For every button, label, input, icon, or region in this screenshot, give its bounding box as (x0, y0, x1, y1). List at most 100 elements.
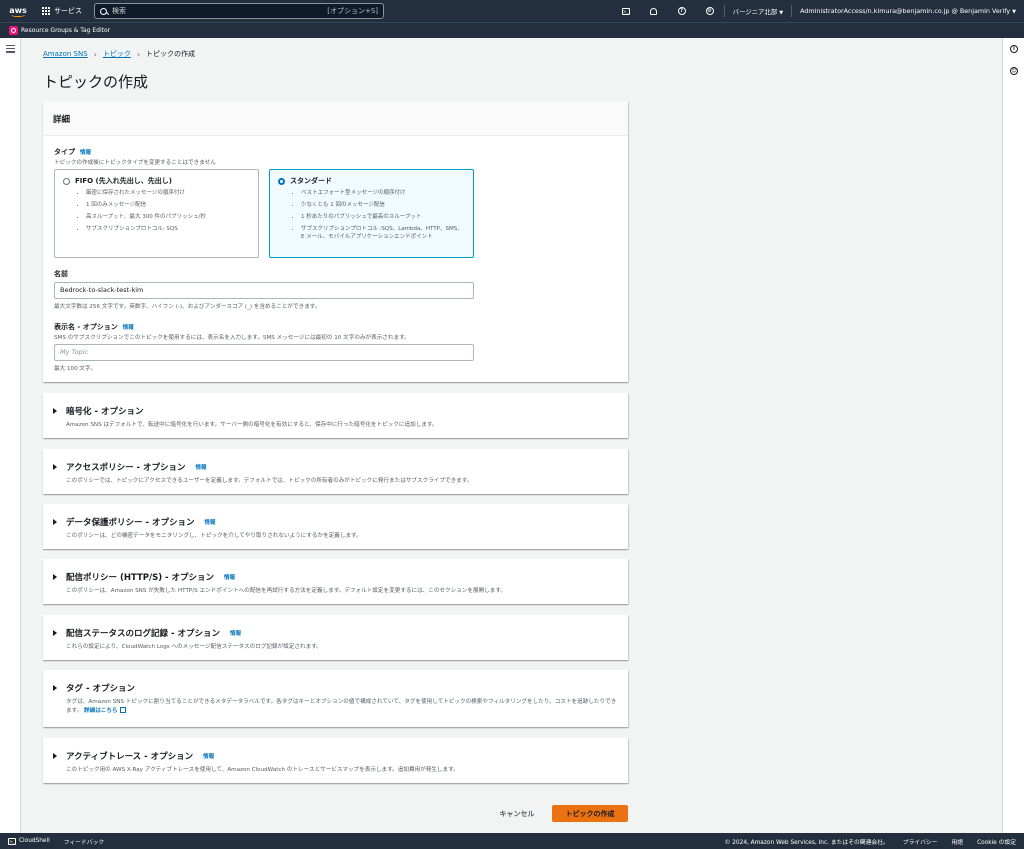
search-placeholder: 検索 (112, 7, 126, 15)
section-info-link[interactable]: 情報 (224, 573, 235, 581)
left-rail (0, 38, 21, 833)
topic-name-input[interactable]: Bedrock-to-slack-test-kim (54, 282, 474, 299)
chevron-down-icon: ▼ (1012, 9, 1016, 15)
details-header: 詳細 (43, 101, 628, 136)
section-description: このトピック用の AWS X-Ray アクティブトレースを使用して、Amazon… (66, 767, 459, 773)
account-menu[interactable]: AdministratorAccess/n.kimura@benjamin.co… (792, 7, 1024, 15)
fifo-bullet: 高スループット、最大 300 件のパブリッシュ/秒 (86, 213, 250, 221)
delivery-logging-section[interactable]: 配信ステータスのログ記録 - オプション 情報 これらの設定により、CloudWa… (43, 615, 628, 660)
services-grid-icon (42, 7, 50, 15)
aws-logo[interactable]: aws (0, 0, 36, 22)
create-topic-button[interactable]: トピックの作成 (552, 805, 628, 822)
fifo-bullet: 厳密に保存されたメッセージの順序付け (86, 189, 250, 197)
services-label: サービス (54, 7, 82, 15)
favorites-bar: Resource Groups & Tag Editor (0, 22, 1024, 38)
delivery-policy-section[interactable]: 配信ポリシー (HTTP/S) - オプション 情報 このポリシーは、Amazon… (43, 559, 628, 604)
cancel-button[interactable]: キャンセル (492, 805, 542, 822)
cookie-settings-link[interactable]: Cookie の設定 (977, 837, 1016, 846)
display-info-link[interactable]: 情報 (123, 325, 134, 331)
tags-description-text: タグは、Amazon SNS トピックに割り当てることができるメタデータラベルで… (66, 699, 617, 714)
section-info-link[interactable]: 情報 (196, 463, 207, 471)
help-button[interactable]: ? (668, 0, 696, 22)
external-link-icon (119, 707, 126, 713)
resource-groups-link[interactable]: Resource Groups & Tag Editor (21, 27, 110, 34)
region-selector[interactable]: バージニア北部 ▼ (725, 7, 791, 16)
feedback-icon[interactable]: ☺ (1010, 67, 1018, 75)
section-title: 暗号化 - オプション (66, 407, 144, 417)
fifo-radio[interactable] (63, 177, 70, 185)
caret-right-icon (53, 685, 57, 691)
section-info-link[interactable]: 情報 (203, 752, 214, 760)
cloudshell-icon: >_ (8, 837, 16, 845)
access-policy-section[interactable]: アクセスポリシー - オプション 情報 このポリシーでは、トピックにアクセスできる… (43, 449, 628, 494)
chevron-right-icon: › (93, 49, 97, 59)
breadcrumb-sns[interactable]: Amazon SNS (43, 50, 88, 58)
notifications-icon (650, 7, 658, 15)
details-panel: 詳細 タイプ 情報 トピックの作成後にトピックタイプを変更することはできません F… (43, 101, 628, 382)
caret-right-icon (53, 408, 57, 414)
search-input[interactable]: 検索 [オプション+S] (94, 3, 384, 19)
standard-bullet: 1 秒あたりのパブリッシュで最高のスループット (301, 213, 465, 221)
tags-section[interactable]: タグ - オプション タグは、Amazon SNS トピックに割り当てることがで… (43, 670, 628, 727)
standard-type-option[interactable]: スタンダード ベストエフォート型メッセージの順序付け 少なくとも 1 回のメッセ… (269, 169, 474, 258)
page-title: トピックの作成 (43, 73, 149, 91)
search-icon (100, 7, 107, 15)
section-title: 配信ステータスのログ記録 - オプション (66, 629, 220, 639)
info-icon[interactable]: i (1010, 45, 1018, 53)
fifo-bullet: サブスクリプションプロトコル: SQS (86, 225, 250, 233)
type-label: タイプ 情報 (54, 147, 91, 157)
name-hint: 最大文字数は 256 文字です。英数字、ハイフン (-)、およびアンダースコア … (54, 304, 321, 310)
standard-radio[interactable] (278, 177, 285, 185)
privacy-link[interactable]: プライバシー (903, 837, 938, 846)
caret-right-icon (53, 753, 57, 759)
notifications-button[interactable] (640, 0, 668, 22)
section-info-link[interactable]: 情報 (230, 629, 241, 637)
section-title: データ保護ポリシー - オプション (66, 518, 195, 528)
cloudshell-icon: >_ (621, 7, 630, 15)
account-label: AdministratorAccess/n.kimura@benjamin.co… (800, 7, 1011, 15)
resource-groups-icon (9, 26, 18, 35)
right-rail: i ☺ (1002, 38, 1024, 833)
section-description: Amazon SNS はデフォルトで、転送中に暗号化を行います。サーバー側の暗号… (66, 422, 438, 428)
name-label: 名前 (54, 270, 68, 278)
active-tracing-section[interactable]: アクティブトレース - オプション 情報 このトピック用の AWS X-Ray ア… (43, 738, 628, 783)
section-info-link[interactable]: 情報 (204, 518, 215, 526)
fifo-type-option[interactable]: FIFO (先入れ先出し、先出し) 厳密に保存されたメッセージの順序付け 1 回… (54, 169, 259, 258)
chevron-right-icon: › (136, 49, 141, 59)
standard-title: スタンダード (290, 177, 332, 185)
caret-right-icon (53, 574, 57, 580)
menu-icon[interactable] (6, 45, 15, 55)
learn-more-link[interactable]: 詳細はこちら (84, 708, 118, 714)
feedback-link[interactable]: フィードバック (64, 837, 104, 846)
section-title: アクティブトレース - オプション (66, 752, 194, 762)
display-name-hint: 最大 100 文字。 (54, 366, 97, 372)
cloudshell-button[interactable]: >_ (612, 0, 640, 22)
fifo-title: FIFO (先入れ先出し、先出し) (75, 177, 172, 185)
region-label: バージニア北部 (732, 7, 778, 16)
display-name-input[interactable]: My Topic (54, 344, 474, 361)
standard-bullet: サブスクリプションプロトコル :SQS、Lambda、HTTP、SMS、E メー… (301, 225, 465, 241)
terms-link[interactable]: 用語 (951, 837, 963, 846)
type-description: トピックの作成後にトピックタイプを変更することはできません (54, 160, 216, 166)
section-description: このポリシーでは、トピックにアクセスできるユーザーを定義します。デフォルトでは、… (66, 478, 473, 484)
caret-right-icon (53, 464, 57, 470)
cloudshell-link[interactable]: CloudShell (19, 838, 50, 844)
section-title: 配信ポリシー (HTTP/S) - オプション (66, 573, 215, 583)
copyright-text: © 2024, Amazon Web Services, Inc. またはその関… (724, 839, 889, 846)
section-description: これらの設定により、CloudWatch Logs へのメッセージ配信ステータス… (66, 644, 322, 650)
type-info-link[interactable]: 情報 (80, 150, 91, 156)
encryption-section[interactable]: 暗号化 - オプション Amazon SNS はデフォルトで、転送中に暗号化を行… (43, 393, 628, 438)
fifo-bullet: 1 回のみメッセージ配信 (86, 201, 250, 209)
data-protection-section[interactable]: データ保護ポリシー - オプション 情報 このポリシーは、どの機密データをモニタリ… (43, 504, 628, 549)
section-title: アクセスポリシー - オプション (66, 463, 186, 473)
standard-bullet: 少なくとも 1 回のメッセージ配信 (301, 201, 465, 209)
section-title: タグ - オプション (66, 684, 135, 694)
standard-bullet: ベストエフォート型メッセージの順序付け (301, 189, 465, 197)
services-menu[interactable]: サービス (36, 0, 88, 22)
footer: >_ CloudShell フィードバック © 2024, Amazon Web… (0, 833, 1024, 849)
breadcrumb-topics[interactable]: トピック (103, 49, 131, 59)
settings-button[interactable]: ⚙ (696, 0, 724, 22)
display-name-label-text: 表示名 - オプション (54, 323, 118, 331)
display-name-label: 表示名 - オプション 情報 (54, 322, 134, 332)
section-description: このポリシーは、どの機密データをモニタリングし、トピックを介してやり取りされない… (66, 533, 362, 539)
